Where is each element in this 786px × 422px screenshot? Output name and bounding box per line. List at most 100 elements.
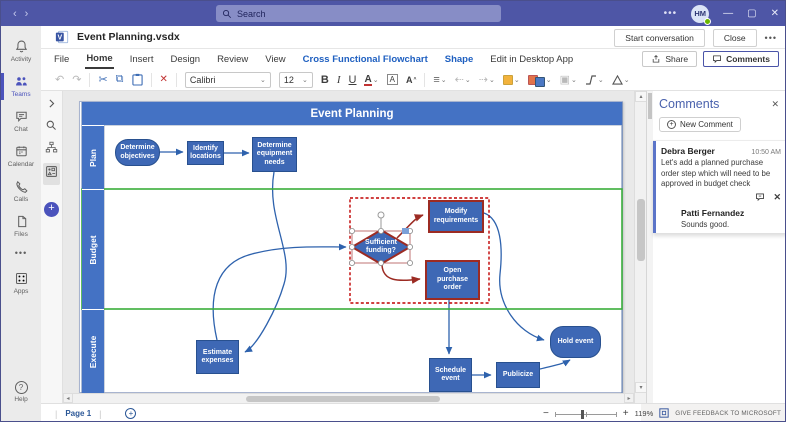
back-arrow-icon[interactable]: ‹ <box>13 8 25 20</box>
tab-cross-functional-flowchart[interactable]: Cross Functional Flowchart <box>302 51 429 68</box>
comments-button[interactable]: Comments <box>703 51 779 67</box>
copy-button[interactable]: ⧉ <box>116 73 124 86</box>
sidebar-item-calls[interactable]: Calls <box>1 174 41 209</box>
topbar-more-icon[interactable]: ••• <box>664 8 678 19</box>
lane-execute[interactable]: Execute <box>82 309 104 394</box>
file-icon <box>14 214 29 229</box>
font-name-select[interactable]: Calibri⌄ <box>185 72 271 88</box>
scroll-right-arrow[interactable]: ▸ <box>624 393 634 403</box>
shape-publicize[interactable]: Publicize <box>496 362 540 388</box>
fit-to-window-icon[interactable] <box>659 405 669 422</box>
search-shapes-icon[interactable] <box>45 119 58 132</box>
shape-styles-button[interactable]: ⌄ <box>528 73 552 87</box>
add-page-button[interactable]: + <box>125 408 136 419</box>
zoom-percentage[interactable]: 119% <box>635 409 654 418</box>
sidebar-item-apps[interactable]: Apps <box>1 266 41 301</box>
shape-open-purchase-order[interactable]: Open purchase order <box>425 260 480 300</box>
drawing-page[interactable]: Event Planning Plan Budget Execute Deter… <box>79 101 623 393</box>
cut-button[interactable]: ✂ <box>98 73 107 86</box>
comments-scrollbar[interactable] <box>647 91 653 403</box>
font-size-select[interactable]: 12⌄ <box>279 72 313 88</box>
shapes-stencil-button[interactable] <box>43 163 60 185</box>
close-comments-icon[interactable]: ✕ <box>771 99 779 110</box>
redo-button[interactable]: ↷ <box>72 73 81 86</box>
tab-insert[interactable]: Insert <box>129 51 155 68</box>
shape-determine-objectives[interactable]: Determine objectives <box>115 139 160 166</box>
zoom-out-button[interactable]: − <box>543 408 549 419</box>
tab-home[interactable]: Home <box>85 50 113 69</box>
align-button[interactable]: ≡⌄ <box>433 74 446 86</box>
feedback-link[interactable]: GIVE FEEDBACK TO MICROSOFT <box>675 410 781 417</box>
shape-effects-button[interactable]: ⌄ <box>612 75 630 85</box>
document-more-icon[interactable]: ••• <box>765 33 777 43</box>
bold-button[interactable]: B <box>321 74 329 86</box>
diagram-hierarchy-icon[interactable] <box>45 141 58 154</box>
shape-modify-requirements[interactable]: Modify requirements <box>428 200 484 233</box>
grow-font-button[interactable]: A^ <box>406 75 416 85</box>
tab-shape[interactable]: Shape <box>444 51 475 68</box>
page-tab-1[interactable]: Page 1 <box>65 409 91 418</box>
arrow-start-button[interactable]: ⇠⌄ <box>455 73 471 86</box>
search-box[interactable] <box>216 5 501 22</box>
horizontal-scrollbar[interactable]: ◂ ▸ <box>63 393 634 403</box>
shape-determine-equipment-needs[interactable]: Determine equipment needs <box>252 137 297 172</box>
maximize-button[interactable]: ▢ <box>747 8 756 19</box>
horizontal-scroll-thumb[interactable] <box>246 396 440 402</box>
new-comment-button[interactable]: + New Comment <box>659 117 741 132</box>
comments-scroll-thumb[interactable] <box>648 93 652 119</box>
sidebar-item-files[interactable]: Files <box>1 209 41 244</box>
paste-button[interactable] <box>132 73 143 86</box>
sidebar-item-help[interactable]: ? Help <box>1 376 41 409</box>
close-window-button[interactable]: ✕ <box>771 8 779 19</box>
zoom-slider[interactable] <box>555 409 617 419</box>
arrow-end-button[interactable]: ⇢⌄ <box>479 73 495 86</box>
delete-comment-icon[interactable]: ✕ <box>773 192 781 203</box>
close-document-button[interactable]: Close <box>713 29 757 47</box>
drawing-canvas[interactable]: Event Planning Plan Budget Execute Deter… <box>63 91 634 403</box>
tab-design[interactable]: Design <box>169 51 201 68</box>
shape-identify-locations[interactable]: Identify locations <box>187 141 224 165</box>
tab-file[interactable]: File <box>53 51 70 68</box>
scroll-left-arrow[interactable]: ◂ <box>63 393 73 403</box>
reply-comment-icon[interactable] <box>755 192 765 202</box>
undo-button[interactable]: ↶ <box>55 73 64 86</box>
avatar[interactable]: HM <box>691 5 709 23</box>
shape-hold-event[interactable]: Hold event <box>550 326 601 358</box>
font-color-button[interactable]: A⌄ <box>364 74 378 85</box>
svg-text:V: V <box>57 35 62 42</box>
connector-button[interactable]: ⌄ <box>585 75 604 85</box>
shape-fill-button[interactable]: ⌄ <box>503 75 520 85</box>
sidebar-item-chat[interactable]: Chat <box>1 104 41 139</box>
vertical-scrollbar[interactable]: ▴ ▾ <box>634 91 646 403</box>
text-highlight-button[interactable]: A <box>387 74 398 85</box>
zoom-in-button[interactable]: + <box>623 408 629 419</box>
share-button[interactable]: Share <box>642 51 697 67</box>
sidebar-item-teams[interactable]: Teams <box>1 69 41 104</box>
shape-sufficient-funding[interactable]: Sufficient funding? <box>354 233 408 261</box>
tab-review[interactable]: Review <box>216 51 249 68</box>
start-conversation-button[interactable]: Start conversation <box>614 29 705 47</box>
minimize-button[interactable]: — <box>723 8 733 19</box>
zoom-slider-thumb[interactable] <box>581 410 584 419</box>
vertical-scroll-thumb[interactable] <box>637 199 645 261</box>
add-shape-button[interactable]: + <box>44 202 59 217</box>
shape-schedule-event[interactable]: Schedule event <box>429 358 472 392</box>
comment-thread[interactable]: Debra Berger 10:50 AM Let's add a planne… <box>653 140 786 233</box>
search-input[interactable] <box>237 9 457 19</box>
sidebar-more-icon[interactable]: ••• <box>15 244 27 266</box>
underline-button[interactable]: U <box>349 74 357 86</box>
lane-plan[interactable]: Plan <box>82 125 104 189</box>
sidebar-item-activity[interactable]: Activity <box>1 34 41 69</box>
group-button[interactable]: ▣⌄ <box>560 73 577 86</box>
tab-view[interactable]: View <box>264 51 286 68</box>
app-sidebar: Activity Teams Chat Calendar Calls Files… <box>1 26 41 422</box>
italic-button[interactable]: I <box>337 74 341 86</box>
shape-estimate-expenses[interactable]: Estimate expenses <box>196 340 239 374</box>
lane-budget[interactable]: Budget <box>82 189 104 309</box>
expand-panel-icon[interactable] <box>45 97 58 110</box>
forward-arrow-icon[interactable]: › <box>25 8 37 20</box>
sidebar-item-calendar[interactable]: Calendar <box>1 139 41 174</box>
comment-reply[interactable]: Patti Fernandez Sounds good. <box>661 203 781 231</box>
delete-button[interactable]: ✕ <box>160 74 168 85</box>
edit-in-desktop-app-button[interactable]: Edit in Desktop App <box>489 51 574 68</box>
